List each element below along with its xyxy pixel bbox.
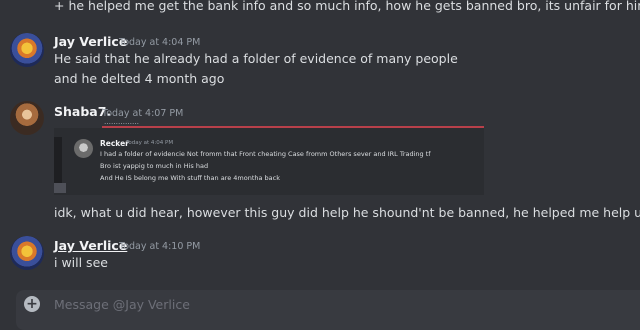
username[interactable]: Jay Verlice [54,34,127,49]
embed-fragment: …………… [104,121,139,126]
timestamp: Today at 4:07 PM [102,108,184,119]
embed-text: I had a folder of evidencie Not fromm th… [100,150,431,158]
embed-username: Recker [100,139,129,148]
embed-text: And He IS belong me With stuff than are … [100,174,281,182]
timestamp: Today at 4:10 PM [119,241,201,252]
timestamp: Today at 4:04 PM [119,37,201,48]
embed-timestamp: Today at 4:04 PM [126,140,174,146]
message-input[interactable]: Message @Jay Verlice [54,297,190,312]
plus-icon[interactable]: + [24,296,40,312]
avatar[interactable] [10,33,44,67]
message-continuation: + he helped me get the bank info and so … [54,0,640,13]
message-text: and he delted 4 month ago [54,71,225,86]
message-text: i will see [54,255,108,270]
username[interactable]: Jay Verlice [54,238,127,253]
avatar[interactable] [10,236,44,270]
embed-text: Bro ist yappig to much in His had [100,162,209,170]
message-text: He said that he already had a folder of … [54,51,458,66]
attached-screenshot[interactable]: …………… Recker Today at 4:04 PM I had a fo… [54,121,484,195]
embed-sidebar-edge [54,183,66,193]
message-text: idk, what u did hear, however this guy d… [54,205,640,220]
avatar[interactable] [10,101,44,135]
embed-avatar [74,139,93,158]
